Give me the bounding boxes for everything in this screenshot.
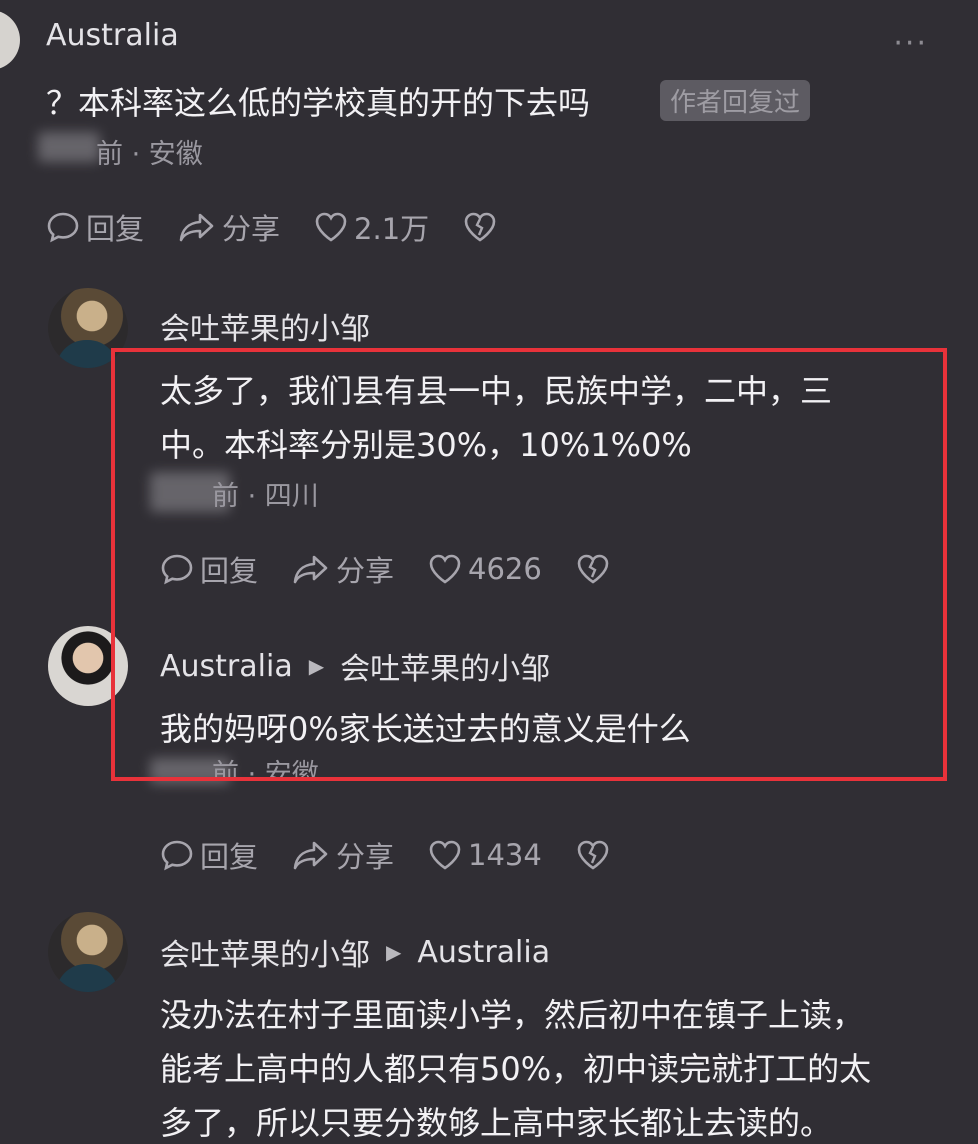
heart-icon bbox=[429, 840, 461, 870]
reply-author[interactable]: 会吐苹果的小邹 bbox=[160, 304, 370, 348]
comment-icon bbox=[47, 212, 79, 243]
highlight-box bbox=[111, 348, 947, 781]
reply-label: 回复 bbox=[86, 212, 145, 246]
blurred-time bbox=[38, 132, 100, 162]
like-button[interactable]: 2.1万 bbox=[314, 206, 429, 248]
reply-arrow-icon: ▶ bbox=[386, 940, 402, 964]
reply-to-author[interactable]: Australia bbox=[417, 935, 550, 970]
reply-label: 回复 bbox=[200, 840, 259, 874]
root-author[interactable]: Australia bbox=[46, 18, 179, 53]
reply-text-line: 没办法在村子里面读小学，然后初中在镇子上读， bbox=[160, 996, 865, 1034]
share-label: 分享 bbox=[222, 212, 281, 246]
share-button[interactable]: 分享 bbox=[292, 834, 394, 876]
like-count: 1434 bbox=[468, 838, 542, 872]
reply-text-line: 能考上高中的人都只有50%，初中读完就打工的太 bbox=[160, 1050, 872, 1088]
reply-actions: 回复 分享 1434 bbox=[160, 834, 650, 876]
more-icon[interactable]: ··· bbox=[893, 26, 928, 61]
author-replied-badge: 作者回复过 bbox=[660, 80, 811, 121]
share-icon bbox=[179, 213, 214, 242]
comment-icon bbox=[161, 840, 193, 871]
share-icon bbox=[293, 841, 328, 870]
root-actions: 回复 分享 2.1万 bbox=[46, 206, 537, 248]
reply-header: 会吐苹果的小邹 ▶ Australia bbox=[160, 930, 550, 974]
heart-icon bbox=[315, 212, 347, 242]
broken-heart-icon bbox=[464, 212, 496, 242]
like-count: 2.1万 bbox=[354, 212, 430, 246]
root-meta: 前 · 安徽 bbox=[96, 139, 203, 170]
reply-button[interactable]: 回复 bbox=[46, 206, 144, 248]
broken-heart-icon bbox=[577, 840, 609, 870]
root-comment-text: ？本科率这么低的学校真的开的下去吗 bbox=[46, 84, 591, 122]
share-label: 分享 bbox=[336, 840, 395, 874]
reply-author[interactable]: 会吐苹果的小邹 bbox=[160, 930, 370, 974]
reply-text-line: 多了，所以只要分数够上高中家长都让去读的。 bbox=[160, 1104, 833, 1142]
dislike-button[interactable] bbox=[576, 839, 616, 871]
reply-avatar[interactable] bbox=[48, 912, 128, 992]
like-button[interactable]: 1434 bbox=[428, 838, 542, 872]
root-avatar[interactable] bbox=[0, 10, 20, 70]
dislike-button[interactable] bbox=[463, 211, 503, 243]
reply-button[interactable]: 回复 bbox=[160, 834, 258, 876]
share-button[interactable]: 分享 bbox=[178, 206, 280, 248]
